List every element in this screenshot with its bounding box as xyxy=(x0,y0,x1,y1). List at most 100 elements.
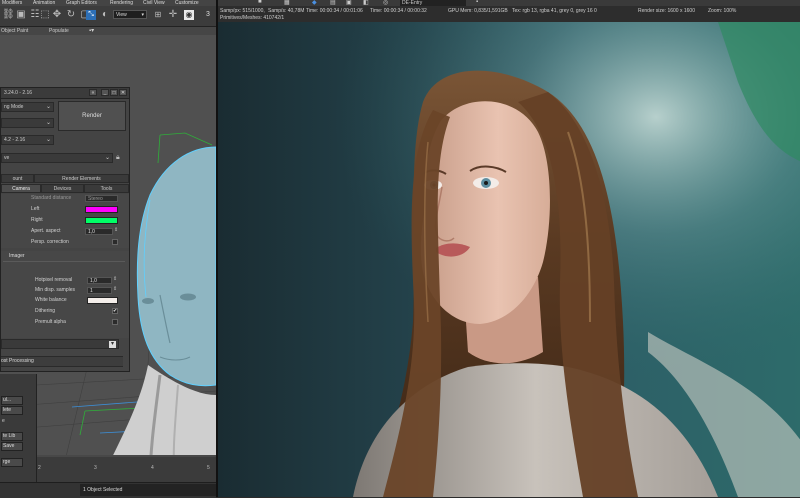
dialog-title: 3.24.0 - 2.16 xyxy=(4,90,33,96)
tab-account[interactable]: ount xyxy=(1,174,34,183)
chevron-down-icon: ⌄ xyxy=(45,137,51,143)
rotate-icon[interactable]: ↻ xyxy=(66,10,76,20)
tab-tools[interactable]: Tools xyxy=(84,184,129,193)
ruler-tick: 2 xyxy=(38,465,41,471)
rendered-image[interactable] xyxy=(218,22,800,497)
spinner-icon[interactable]: ⇕ xyxy=(114,227,118,233)
preset-dropdown[interactable]: ve ⌄ xyxy=(1,153,113,163)
render-mode-dropdown[interactable]: ng Mode ⌄ xyxy=(1,102,54,112)
panel-label: e xyxy=(2,418,5,424)
aperture-aspect-input[interactable]: 1,0 xyxy=(85,228,113,235)
premult-alpha-checkbox[interactable] xyxy=(112,319,118,325)
ribbon-tab-populate[interactable]: Populate xyxy=(49,28,69,34)
stereo-mode-value[interactable]: Stereo xyxy=(85,195,118,202)
tab-row-1: ount Render Elements xyxy=(1,174,129,183)
imager-section-label: Imager xyxy=(9,253,25,259)
maximize-icon[interactable]: □ xyxy=(110,89,118,96)
white-balance-label: White balance xyxy=(35,297,67,303)
gpu-memory: GPU Mem: 0,835/1,591GB xyxy=(448,8,508,14)
left-color-swatch[interactable] xyxy=(85,206,118,213)
reference-coordinate-value: View xyxy=(116,12,127,18)
expand-icon[interactable]: « xyxy=(89,89,97,96)
zoom-level: Zoom: 100% xyxy=(708,8,737,14)
tab-row-2: Camera Devices Tools xyxy=(1,184,129,193)
dialog-title-bar[interactable]: 3.24.0 - 2.16 « _ □ ✕ xyxy=(1,88,129,99)
select-object-icon[interactable]: ▣ xyxy=(16,10,26,20)
panel-button-save[interactable]: Save xyxy=(1,442,23,451)
tab-devices[interactable]: Devices xyxy=(41,184,84,193)
ribbon-bar: Object Paint Populate ▪▾ xyxy=(0,27,216,35)
left-color-label: Left xyxy=(31,206,40,212)
hotpixel-removal-input[interactable]: 1,0 xyxy=(87,277,112,284)
right-color-label: Right xyxy=(31,217,43,223)
link-icon[interactable]: ⛓ xyxy=(2,10,15,20)
dithering-label: Dithering xyxy=(35,308,56,314)
panel-button-2[interactable]: lete xyxy=(1,406,23,415)
post-processing-label: ost Processing xyxy=(1,358,34,364)
reference-coordinate-dropdown[interactable]: View ▾ xyxy=(113,10,147,19)
chevron-down-icon: ⌄ xyxy=(45,120,51,126)
select-by-name-icon[interactable]: ☷ xyxy=(30,10,40,20)
spinner-icon[interactable]: ⇕ xyxy=(113,286,117,292)
ribbon-options-icon[interactable]: ▪▾ xyxy=(89,27,94,34)
pivot-icon[interactable]: ⊞ xyxy=(153,10,163,20)
samples-per-second: Samp/s: 40,78M xyxy=(268,8,305,14)
dithering-checkbox[interactable]: ✔ xyxy=(112,308,118,314)
command-panel: ul... lete e te Lib Save rge xyxy=(0,374,37,482)
chevron-down-icon: ⌄ xyxy=(45,104,51,110)
spinner-icon[interactable]: ⇕ xyxy=(113,276,117,282)
white-balance-swatch[interactable] xyxy=(87,297,118,304)
min-disp-samples-label: Min disp. samples xyxy=(35,287,76,293)
keyboard-shortcut-icon[interactable]: ◉ xyxy=(184,10,194,20)
settings-icon[interactable]: ▪ xyxy=(476,0,478,5)
render-mode-value: ng Mode xyxy=(4,104,24,110)
chevron-down-icon: ⌄ xyxy=(104,155,110,161)
tab-render-elements[interactable]: Render Elements xyxy=(34,174,129,183)
premult-alpha-label: Premult alpha xyxy=(35,319,66,325)
select-scale-icon[interactable]: ⤡ xyxy=(86,10,96,20)
ruler-tick: 3 xyxy=(94,465,97,471)
imager-section-header[interactable]: Imager xyxy=(3,252,125,261)
chevron-down-icon: ▾ xyxy=(109,341,116,348)
primitives-meshes: Primitives/Meshes: 410742/1 xyxy=(220,15,285,21)
min-disp-samples-input[interactable]: 1 xyxy=(87,287,112,294)
status-bar: 1 Object Selected xyxy=(0,482,216,498)
panel-button-merge[interactable]: rge xyxy=(1,458,23,467)
panel-button-lib[interactable]: te Lib xyxy=(1,432,23,441)
post-processing-section-header[interactable]: ost Processing xyxy=(1,356,123,367)
render-time-remaining: Time: 00:00:34 / 00:00:32 xyxy=(370,8,427,14)
select-manipulate-icon[interactable]: ✛ xyxy=(168,10,178,20)
texture-stats: Tex: rgb 13, rgba 41, grey 0, grey 16 0 xyxy=(512,8,597,14)
ruler-tick: 4 xyxy=(151,465,154,471)
aperture-aspect-label: Apert. aspect xyxy=(31,228,61,234)
place-icon[interactable]: ◐ xyxy=(100,10,110,20)
snap-toggle-number[interactable]: 3 xyxy=(203,10,213,20)
ruler-tick: 5 xyxy=(207,465,210,471)
persp-correction-checkbox[interactable] xyxy=(112,239,118,245)
right-color-swatch[interactable] xyxy=(85,217,118,224)
persp-correction-label: Persp. correction xyxy=(31,239,69,245)
renderer-version-dropdown[interactable]: 4.2 - 2.16 ⌄ xyxy=(1,135,54,145)
chevron-down-icon: ▾ xyxy=(141,12,144,18)
lock-icon[interactable]: 🔒︎ xyxy=(116,154,120,162)
hotpixel-removal-label: Hotpixel removal xyxy=(35,277,73,283)
stop-icon[interactable]: ■ xyxy=(258,0,262,5)
section-divider xyxy=(3,261,125,262)
render-button[interactable]: Render xyxy=(58,101,126,131)
region-select-icon[interactable]: ⬚ xyxy=(40,10,50,20)
tab-camera[interactable]: Camera xyxy=(1,184,41,193)
ribbon-tab-object-paint[interactable]: Object Paint xyxy=(1,28,28,34)
render-frame-window: ■ ▦ ◆ ▤ ▣ ◧ ◎ DE-Entry ▪ Samp/px: 515/10… xyxy=(216,0,800,497)
render-setup-dialog: 3.24.0 - 2.16 « _ □ ✕ ng Mode ⌄ ⌄ 4.2 - 2… xyxy=(0,87,130,372)
target-dropdown[interactable]: ⌄ xyxy=(1,118,54,128)
minimize-icon[interactable]: _ xyxy=(101,89,109,96)
renderer-version-value: 4.2 - 2.16 xyxy=(4,137,26,143)
render-time: Time: 00:00:34 / 00:01:06 xyxy=(306,8,363,14)
main-toolbar: ⛓ ▣ ☷ ⬚ ✥ ↻ ▢ ⤡ ◐ View ▾ ⊞ ✛ ◉ 3 xyxy=(0,6,216,27)
selection-status: 1 Object Selected xyxy=(80,484,216,496)
imager-preset-dropdown[interactable]: ▾ xyxy=(1,339,119,349)
samples-per-pixel: Samp/px: 515/1000, xyxy=(220,8,265,14)
panel-button-1[interactable]: ul... xyxy=(1,396,23,405)
move-icon[interactable]: ✥ xyxy=(52,10,62,20)
close-icon[interactable]: ✕ xyxy=(119,89,127,96)
